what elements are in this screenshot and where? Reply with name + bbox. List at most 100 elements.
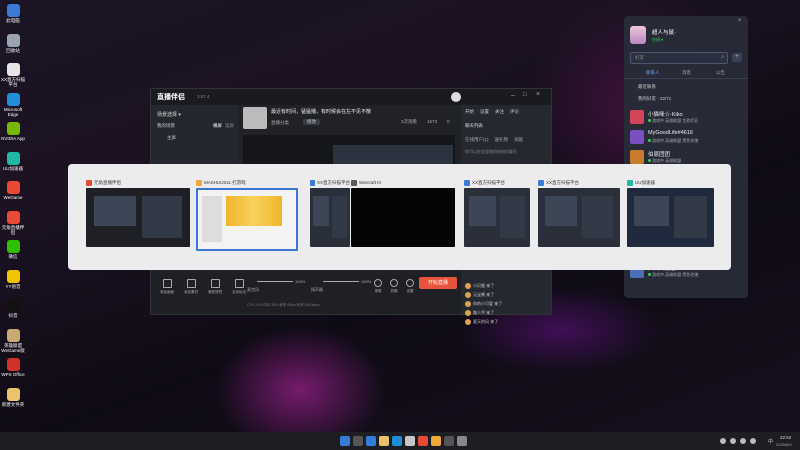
scene-tab-landscape[interactable]: 横屏 bbox=[213, 123, 222, 129]
window-thumbnail[interactable]: UU加速器 bbox=[627, 178, 714, 247]
tab-contribution[interactable]: 贡献 bbox=[514, 137, 523, 143]
desktop-icon[interactable]: UU加速器 bbox=[0, 151, 26, 171]
desktop-icon[interactable]: YY语音 bbox=[0, 269, 26, 289]
clock-time[interactable]: 22:52 bbox=[780, 435, 791, 440]
battery-icon[interactable] bbox=[740, 438, 746, 444]
taskbar-app-icon[interactable] bbox=[353, 436, 363, 446]
action-icon bbox=[390, 279, 398, 287]
window-title-text: MASHUU511·打游戏 bbox=[204, 180, 246, 185]
maximize-icon[interactable]: □ bbox=[523, 92, 527, 98]
friend-item[interactable]: 小猫咪☆·Kiko 游戏中 英雄联盟 艾欧尼亚 bbox=[628, 108, 744, 126]
taskbar-app-icon[interactable] bbox=[418, 436, 428, 446]
bottom-action[interactable]: 设置 bbox=[405, 279, 415, 294]
window-thumbnail[interactable]: Warcraft III bbox=[351, 178, 455, 247]
toolbar-tool[interactable]: 美颜滤镜 bbox=[207, 279, 223, 295]
desktop-icon[interactable]: 抖音 bbox=[0, 299, 26, 318]
toolbar-tool[interactable]: 添加素材 bbox=[183, 279, 199, 295]
toolbar-tool[interactable]: 添加画面 bbox=[159, 279, 175, 295]
live-app-logo: 直播伴侣 bbox=[157, 94, 185, 101]
app-icon bbox=[6, 122, 20, 135]
wifi-icon[interactable] bbox=[720, 438, 726, 444]
desktop-icon[interactable]: XX直方扫描平台 bbox=[0, 63, 26, 87]
desktop-icon[interactable]: 回收站 bbox=[0, 33, 26, 53]
minimize-icon[interactable]: – bbox=[511, 92, 515, 99]
bottom-action[interactable]: 录像 bbox=[373, 279, 383, 294]
go-live-button[interactable]: 开始直播 bbox=[419, 277, 457, 289]
stat-gifts: 0 bbox=[447, 119, 450, 124]
taskbar-app-icon[interactable] bbox=[431, 436, 441, 446]
volume-speaker-slider[interactable] bbox=[323, 281, 359, 282]
tab-announcements[interactable]: 公告 bbox=[716, 70, 725, 76]
taskbar-app-icon[interactable] bbox=[379, 436, 389, 446]
window-preview bbox=[310, 188, 350, 247]
tab-follow[interactable]: 关注 bbox=[495, 109, 504, 115]
bottom-action[interactable]: 剪辑 bbox=[389, 279, 399, 294]
clock-date[interactable]: 2025/6/9 bbox=[776, 442, 792, 447]
scene-select[interactable]: 场景选择 ▾ bbox=[157, 111, 181, 118]
language-indicator[interactable]: 中 bbox=[768, 438, 773, 445]
avatar[interactable] bbox=[451, 92, 461, 102]
toolbar-tool[interactable]: 互动玩法 bbox=[231, 279, 247, 295]
desktop-icon-label: WeGame bbox=[3, 195, 23, 200]
close-icon[interactable]: × bbox=[738, 18, 742, 24]
volume-icon[interactable] bbox=[730, 438, 736, 444]
tab-settings[interactable]: 设置 bbox=[480, 109, 489, 115]
volume-mic-slider[interactable] bbox=[257, 281, 293, 282]
stream-stats: 3次观看 1573 0 bbox=[401, 119, 450, 125]
taskbar-app-icon[interactable] bbox=[366, 436, 376, 446]
stream-title[interactable]: 最近有时间，猛猛播，有时候会在左不见不散 bbox=[271, 108, 371, 115]
tray-icon[interactable] bbox=[750, 438, 756, 444]
add-friend-button[interactable]: + bbox=[732, 53, 742, 62]
window-thumbnail[interactable]: 元角直播伴侣 bbox=[86, 178, 190, 247]
window-thumbnail[interactable]: XX直方扫描平台 bbox=[538, 178, 620, 247]
desktop-icon-label: Microsoft Edge bbox=[3, 106, 23, 117]
tool-label: 互动玩法 bbox=[232, 290, 246, 294]
window-thumbnail[interactable]: XX直方扫描平台 bbox=[464, 178, 530, 247]
online-dot-icon bbox=[648, 139, 651, 142]
app-icon bbox=[6, 269, 20, 283]
tab-contacts[interactable]: 联系人 bbox=[646, 70, 660, 76]
scene-sidebar: 场景选择 ▾ 我的场景 横屏 竖屏 主屏 bbox=[151, 105, 239, 165]
taskbar-app-icon[interactable] bbox=[405, 436, 415, 446]
tab-gifts[interactable]: 送礼物 bbox=[495, 137, 509, 143]
app-icon bbox=[6, 151, 20, 165]
close-icon[interactable]: × bbox=[536, 91, 540, 98]
desktop-icon[interactable]: WPS Office bbox=[0, 358, 26, 377]
desktop-icon[interactable]: 此电脑 bbox=[0, 4, 26, 23]
stream-cover[interactable] bbox=[243, 107, 267, 129]
avatar bbox=[465, 291, 471, 298]
bottom-toolbar: 添加画面 添加素材 美颜滤镜 互动玩法 麦克风 100% 扬声器 100% 录像 剪辑 设… bbox=[151, 273, 461, 314]
avatar bbox=[630, 130, 644, 144]
tab-online-users[interactable]: 在线用户(1) bbox=[465, 137, 489, 143]
desktop-icon[interactable]: 英雄联盟WeGame版 bbox=[0, 328, 26, 353]
tab-messages[interactable]: 消息 bbox=[682, 70, 691, 76]
avatar[interactable] bbox=[630, 26, 646, 44]
taskbar-app-icon[interactable] bbox=[444, 436, 454, 446]
taskbar-app-icon[interactable] bbox=[340, 436, 350, 446]
desktop-icon[interactable]: WeGame bbox=[0, 181, 26, 200]
search-input[interactable]: 好友 ⌕ bbox=[630, 52, 728, 64]
desktop-icon[interactable]: NVIDIA App bbox=[0, 122, 26, 141]
desktop-icon[interactable]: 微信 bbox=[0, 240, 26, 259]
tab-start[interactable]: 开始 bbox=[465, 109, 474, 115]
desktop-icon[interactable]: 新建文件夹 bbox=[0, 387, 26, 407]
action-label: 录像 bbox=[374, 289, 382, 293]
status-badge[interactable]: 在线 ▾ bbox=[652, 37, 663, 43]
group-recent[interactable]: 最近联系 bbox=[638, 84, 656, 90]
app-icon bbox=[196, 180, 202, 186]
scene-tab-portrait[interactable]: 竖屏 bbox=[225, 123, 234, 129]
taskbar-app-icon[interactable] bbox=[457, 436, 467, 446]
taskbar-app-icon[interactable] bbox=[392, 436, 402, 446]
group-my-friends[interactable]: 我的好友 · 22/71 bbox=[638, 96, 671, 102]
window-thumbnail[interactable]: XX直方扫描平台 bbox=[310, 178, 350, 247]
window-thumbnail[interactable]: MASHUU511·打游戏 bbox=[196, 178, 298, 251]
preview-content bbox=[469, 196, 496, 226]
desktop-icon[interactable]: Microsoft Edge bbox=[0, 92, 26, 117]
scene-item[interactable]: 主屏 bbox=[167, 135, 176, 141]
avatar bbox=[465, 318, 471, 325]
tab-comments[interactable]: 评论 bbox=[510, 109, 519, 115]
edit-tag-button[interactable]: 修改 bbox=[303, 119, 320, 125]
friend-item[interactable]: MyGoodLife#4616 游戏中 英雄联盟 黑色玫瑰 bbox=[628, 128, 744, 146]
desktop-icon[interactable]: 元角直播伴侣 bbox=[0, 210, 26, 235]
scene-tab-mine[interactable]: 我的场景 bbox=[157, 123, 175, 129]
